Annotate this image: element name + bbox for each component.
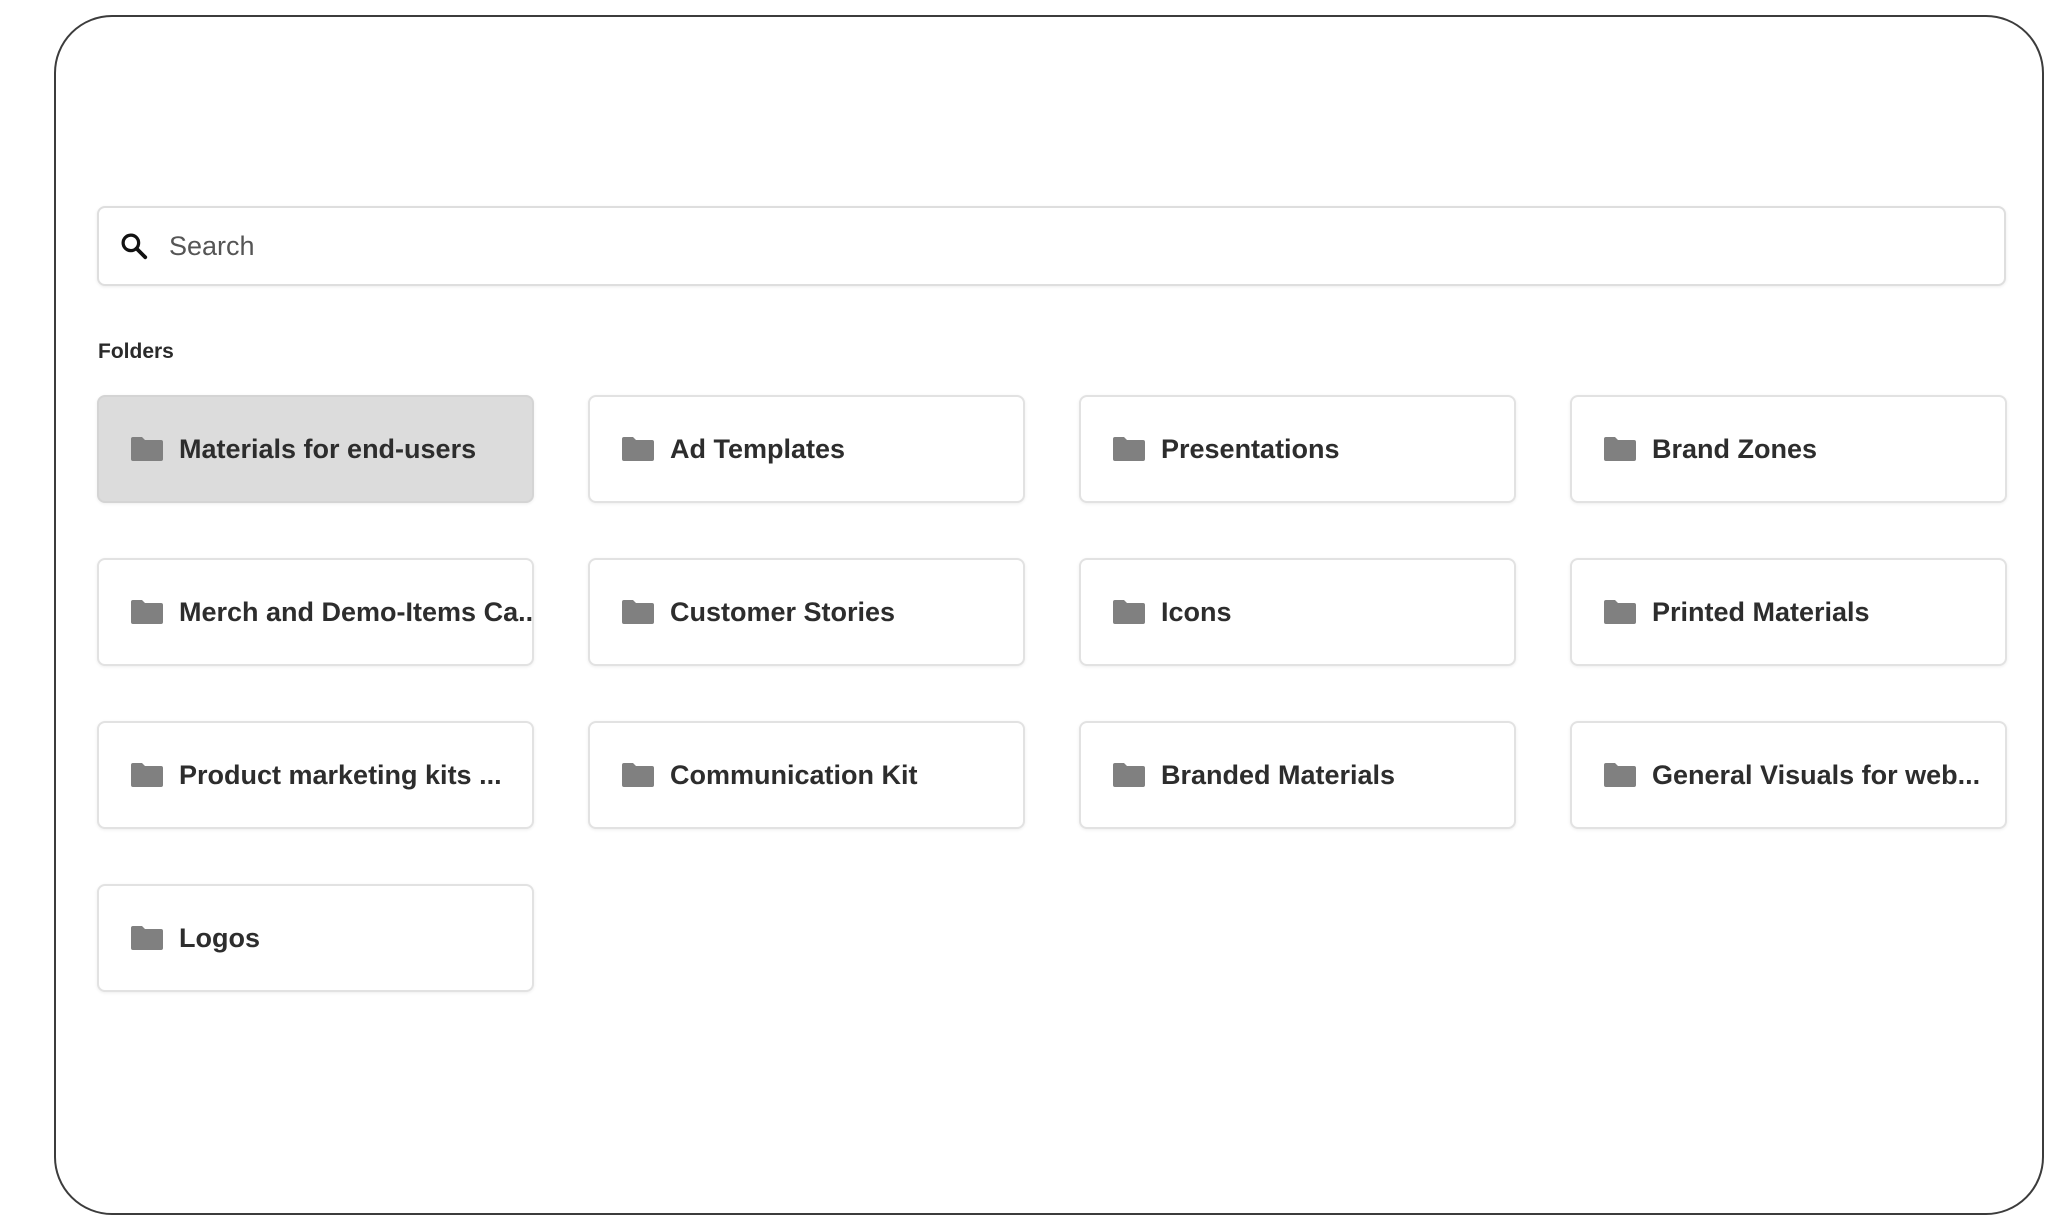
folder-card[interactable]: Ad Templates: [588, 395, 1025, 503]
folder-label: Brand Zones: [1652, 433, 1818, 464]
folder-label: Printed Materials: [1652, 596, 1870, 627]
folders-section-label: Folders: [98, 340, 174, 363]
folder-card[interactable]: Branded Materials: [1079, 721, 1516, 829]
folder-label: General Visuals for web...: [1652, 759, 1981, 790]
folder-icon: [621, 436, 655, 462]
folder-icon: [621, 762, 655, 788]
folder-card[interactable]: Printed Materials: [1570, 558, 2007, 666]
search-icon: [115, 227, 153, 265]
folder-label: Communication Kit: [670, 759, 918, 790]
folder-card[interactable]: General Visuals for web...: [1570, 721, 2007, 829]
search-input[interactable]: [169, 216, 2004, 276]
folder-label: Product marketing kits ...: [179, 759, 502, 790]
folder-label: Icons: [1161, 596, 1232, 627]
folder-card[interactable]: Product marketing kits ...: [97, 721, 534, 829]
folder-label: Customer Stories: [670, 596, 896, 627]
folder-card[interactable]: Icons: [1079, 558, 1516, 666]
folder-icon: [130, 762, 164, 788]
folder-icon: [130, 436, 164, 462]
folder-label: Materials for end-users: [179, 433, 477, 464]
folder-icon: [1603, 599, 1637, 625]
search-bar[interactable]: [97, 206, 2006, 286]
folder-label: Branded Materials: [1161, 759, 1396, 790]
folder-label: Logos: [179, 922, 260, 953]
folder-icon: [1112, 436, 1146, 462]
folder-icon: [1112, 599, 1146, 625]
folder-icon: [130, 925, 164, 951]
folder-icon: [1603, 762, 1637, 788]
folder-card[interactable]: Brand Zones: [1570, 395, 2007, 503]
folder-card[interactable]: Customer Stories: [588, 558, 1025, 666]
folder-label: Presentations: [1161, 433, 1340, 464]
folder-card[interactable]: Merch and Demo-Items Ca...: [97, 558, 534, 666]
folder-icon: [130, 599, 164, 625]
folder-label: Merch and Demo-Items Ca...: [179, 596, 532, 627]
folder-card[interactable]: Communication Kit: [588, 721, 1025, 829]
folder-grid: Materials for end-users Ad Templates Pre…: [97, 395, 2007, 992]
folder-icon: [621, 599, 655, 625]
folder-label: Ad Templates: [670, 433, 846, 464]
folder-icon: [1603, 436, 1637, 462]
folder-icon: [1112, 762, 1146, 788]
folder-card[interactable]: Logos: [97, 884, 534, 992]
folder-card[interactable]: Presentations: [1079, 395, 1516, 503]
folder-card-selected[interactable]: Materials for end-users: [97, 395, 534, 503]
